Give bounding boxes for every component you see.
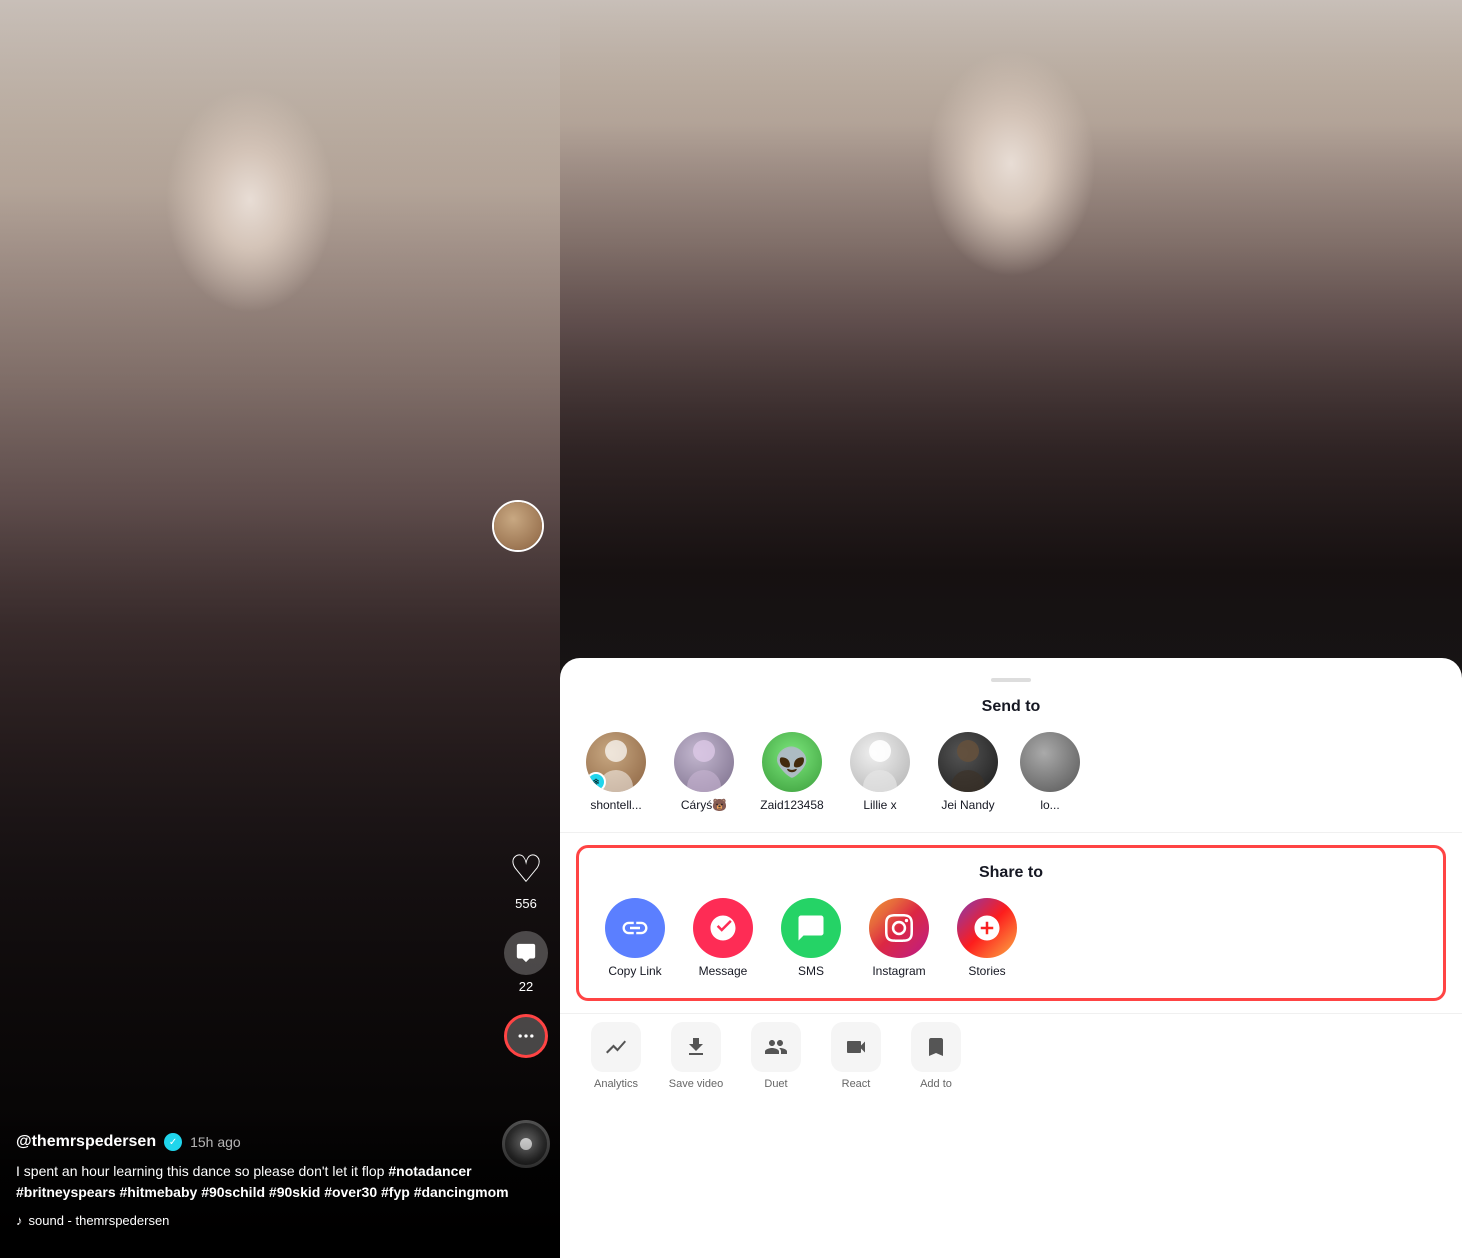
- hashtag-3: #hitmebaby: [120, 1184, 198, 1200]
- comment-icon: [504, 931, 548, 975]
- avatar[interactable]: [492, 500, 544, 552]
- stories-icon: [957, 898, 1017, 958]
- comment-button[interactable]: 22: [504, 931, 548, 994]
- sheet-handle: [991, 678, 1031, 682]
- share-stories[interactable]: Stories: [951, 898, 1023, 978]
- sms-label: SMS: [798, 964, 824, 978]
- video-caption-overlay: @themrspedersen ✓ 15h ago I spent an hou…: [0, 1113, 560, 1258]
- hashtag-5: #90skid: [269, 1184, 320, 1200]
- share-instagram[interactable]: Instagram: [863, 898, 935, 978]
- share-copy-link[interactable]: Copy Link: [599, 898, 671, 978]
- hashtag-6: #over30: [324, 1184, 377, 1200]
- action-analytics[interactable]: Analytics: [580, 1022, 652, 1090]
- save-video-label: Save video: [669, 1078, 723, 1090]
- duet-icon: [751, 1022, 801, 1072]
- contact-partial[interactable]: lo...: [1020, 732, 1080, 812]
- verified-badge: ✓: [164, 1133, 182, 1151]
- contact-avatar-jei: [938, 732, 998, 792]
- action-save-video[interactable]: Save video: [660, 1022, 732, 1090]
- timestamp: 15h ago: [190, 1134, 241, 1150]
- contact-zaid[interactable]: 👽 Zaid123458: [756, 732, 828, 812]
- send-to-section: Send to ❄ shontell...: [560, 698, 1462, 833]
- add-to-label: Add to: [920, 1078, 952, 1090]
- sidebar-actions-left: ♡ 556 22: [504, 847, 548, 1058]
- contact-carys[interactable]: Cáryś🐻: [668, 732, 740, 812]
- analytics-icon: [591, 1022, 641, 1072]
- contact-avatar-shontell: ❄: [586, 732, 646, 792]
- comment-count: 22: [519, 979, 533, 994]
- person-silhouette-left: [0, 0, 560, 1258]
- contact-shontell[interactable]: ❄ shontell...: [580, 732, 652, 812]
- bottom-actions-row: Analytics Save video Duet: [560, 1013, 1462, 1098]
- share-sheet: Send to ❄ shontell...: [560, 658, 1462, 1258]
- video-caption: I spent an hour learning this dance so p…: [16, 1161, 544, 1203]
- contact-avatar-carys: [674, 732, 734, 792]
- music-note-icon: ♪: [16, 1213, 23, 1228]
- heart-icon: ♡: [509, 847, 543, 892]
- contact-avatar-lillie: [850, 732, 910, 792]
- sms-icon: [781, 898, 841, 958]
- message-icon: [693, 898, 753, 958]
- message-label: Message: [699, 964, 748, 978]
- copy-link-label: Copy Link: [608, 964, 661, 978]
- contact-name-jei: Jei Nandy: [941, 798, 994, 812]
- react-label: React: [842, 1078, 871, 1090]
- share-options-row: Copy Link Message: [599, 898, 1423, 982]
- contacts-row: ❄ shontell... Cáryś🐻: [580, 732, 1442, 816]
- instagram-label: Instagram: [872, 964, 925, 978]
- left-video-panel: ♡ 556 22 @themrspedersen ✓: [0, 0, 560, 1258]
- more-button[interactable]: [504, 1014, 548, 1058]
- share-message[interactable]: Message: [687, 898, 759, 978]
- contact-name-carys: Cáryś🐻: [681, 798, 727, 812]
- contact-name-partial: lo...: [1040, 798, 1059, 812]
- hashtag-1: #notadancer: [388, 1163, 471, 1179]
- sound-name: sound - themrspedersen: [29, 1213, 170, 1228]
- share-to-title: Share to: [599, 864, 1423, 882]
- contact-lillie[interactable]: Lillie x: [844, 732, 916, 812]
- sound-row: ♪ sound - themrspedersen: [16, 1213, 544, 1228]
- share-sms[interactable]: SMS: [775, 898, 847, 978]
- contact-avatar-partial: [1020, 732, 1080, 792]
- right-video-panel: Send to ❄ shontell...: [560, 0, 1462, 1258]
- hashtag-7: #fyp: [381, 1184, 410, 1200]
- username-label: @themrspedersen: [16, 1133, 156, 1151]
- more-dots-icon: [504, 1014, 548, 1058]
- copy-link-icon: [605, 898, 665, 958]
- contact-name-lillie: Lillie x: [863, 798, 896, 812]
- action-react[interactable]: React: [820, 1022, 892, 1090]
- add-to-icon: [911, 1022, 961, 1072]
- stories-label: Stories: [968, 964, 1005, 978]
- action-add-to[interactable]: Add to: [900, 1022, 972, 1090]
- username-row: @themrspedersen ✓ 15h ago: [16, 1133, 544, 1151]
- react-icon: [831, 1022, 881, 1072]
- contact-jei[interactable]: Jei Nandy: [932, 732, 1004, 812]
- hashtag-2: #britneyspears: [16, 1184, 116, 1200]
- send-to-title: Send to: [580, 698, 1442, 716]
- hashtag-8: #dancingmom: [414, 1184, 509, 1200]
- like-button[interactable]: ♡ 556: [509, 847, 543, 911]
- instagram-icon: [869, 898, 929, 958]
- contact-name-shontell: shontell...: [590, 798, 641, 812]
- hashtag-4: #90schild: [201, 1184, 265, 1200]
- like-count: 556: [515, 896, 537, 911]
- share-to-section: Share to Copy Link: [576, 845, 1446, 1001]
- action-duet[interactable]: Duet: [740, 1022, 812, 1090]
- contact-name-zaid: Zaid123458: [760, 798, 823, 812]
- contact-avatar-zaid: 👽: [762, 732, 822, 792]
- duet-label: Duet: [764, 1078, 787, 1090]
- avatar-image: [494, 502, 542, 550]
- save-video-icon: [671, 1022, 721, 1072]
- analytics-label: Analytics: [594, 1078, 638, 1090]
